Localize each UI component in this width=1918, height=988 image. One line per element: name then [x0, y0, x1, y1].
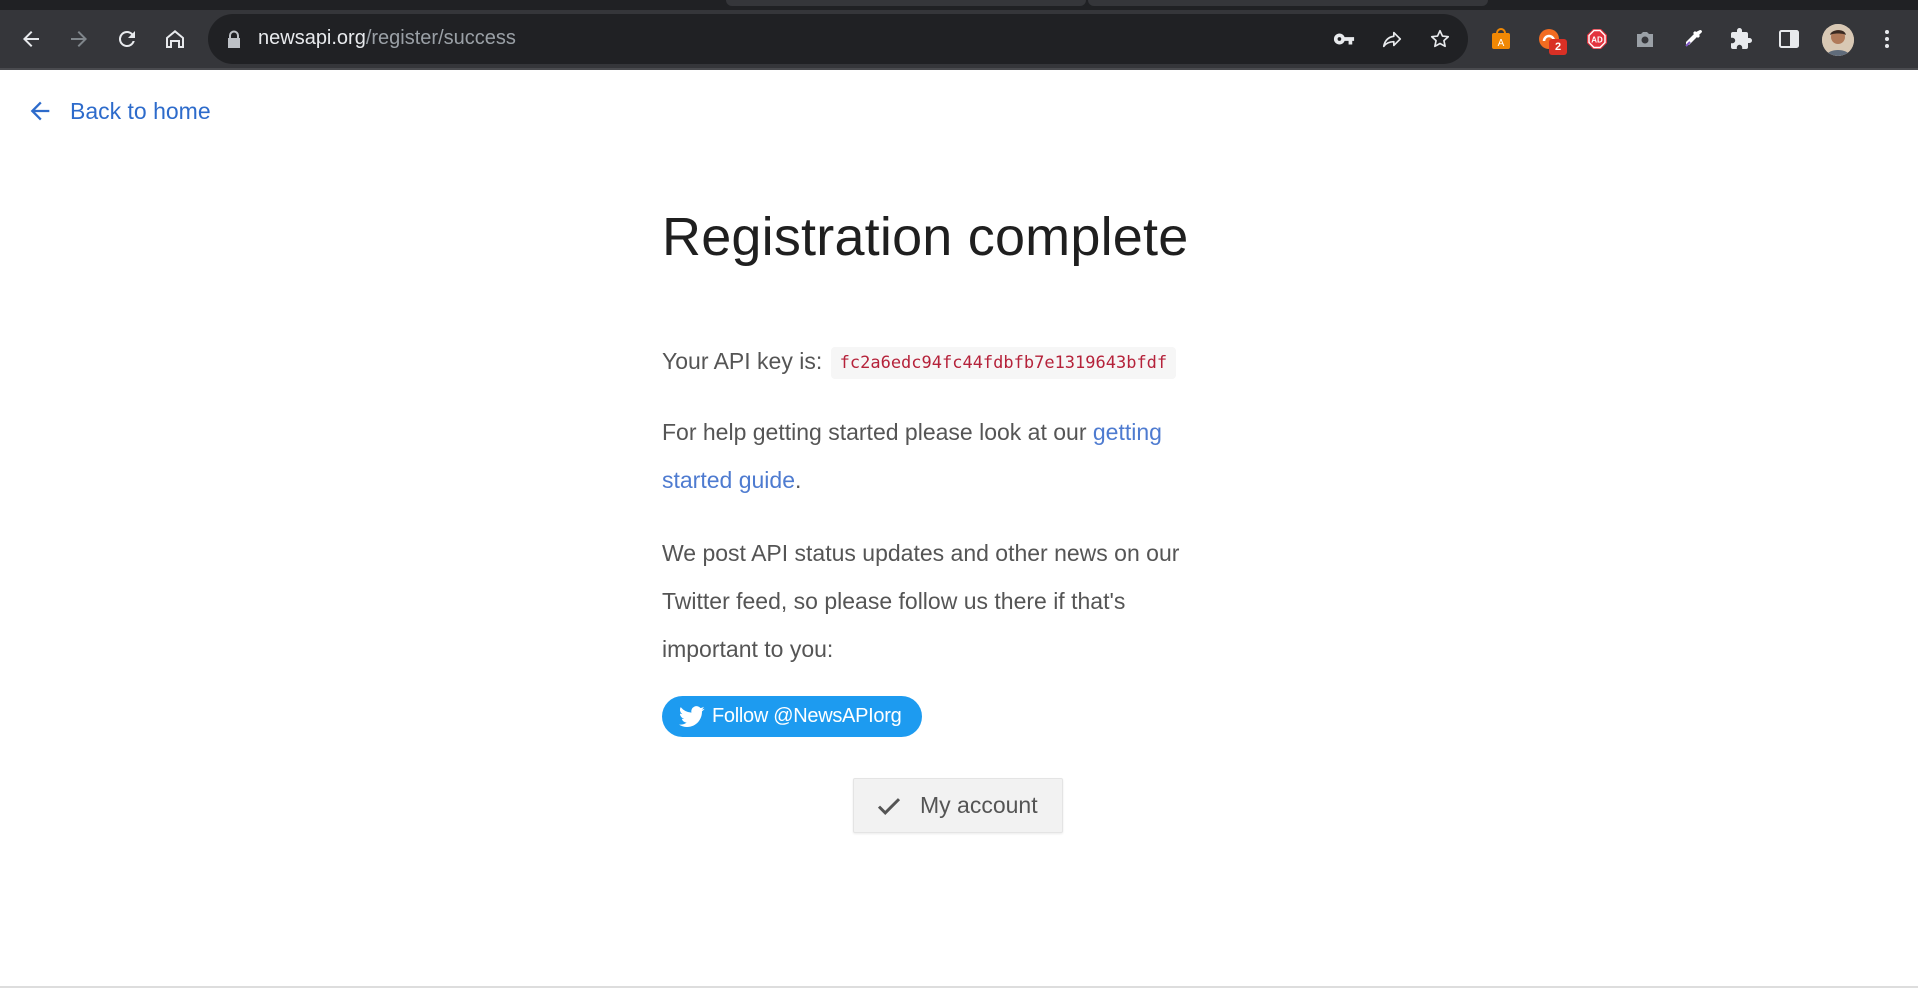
- api-key-value[interactable]: fc2a6edc94fc44fdbfb7e1319643bfdf: [830, 347, 1177, 379]
- url-text[interactable]: newsapi.org/register/success: [258, 27, 516, 50]
- back-to-home-label: Back to home: [70, 97, 211, 124]
- arrow-left-icon: [23, 31, 39, 47]
- password-key-button[interactable]: [1330, 25, 1358, 53]
- address-bar[interactable]: newsapi.org/register/success: [208, 14, 1468, 64]
- back-to-home-link[interactable]: Back to home: [26, 97, 211, 125]
- share-button[interactable]: [1378, 25, 1406, 53]
- honey-extension-icon[interactable]: 2: [1534, 24, 1567, 55]
- arrow-left-icon: [30, 101, 50, 121]
- star-icon: [1430, 29, 1450, 48]
- help-text-after: .: [794, 467, 802, 493]
- side-panel-icon[interactable]: [1774, 24, 1804, 54]
- share-icon: [1382, 31, 1402, 48]
- extensions-puzzle-icon[interactable]: [1726, 24, 1756, 54]
- reload-button[interactable]: [110, 22, 144, 56]
- browser-menu-button[interactable]: [1870, 22, 1904, 56]
- bookmark-star-button[interactable]: [1426, 25, 1454, 53]
- svg-text:AD: AD: [1591, 36, 1603, 45]
- page-content: Back to home Registration complete Your …: [0, 70, 1918, 988]
- color-picker-icon[interactable]: [1678, 24, 1708, 54]
- help-text-before: For help getting started please look at …: [662, 419, 1093, 445]
- my-account-button[interactable]: My account: [853, 778, 1063, 833]
- profile-avatar[interactable]: [1822, 24, 1854, 56]
- twitter-follow-button[interactable]: Follow @NewsAPIorg: [662, 696, 922, 737]
- lock-icon[interactable]: [226, 30, 242, 48]
- api-key-row: Your API key is: fc2a6edc94fc44fdbfb7e13…: [662, 337, 1177, 385]
- home-button[interactable]: [158, 22, 192, 56]
- home-icon: [166, 30, 184, 48]
- back-button[interactable]: [14, 22, 48, 56]
- avatar-image: [1822, 24, 1854, 56]
- page-title: Registration complete: [662, 207, 1189, 267]
- twitter-bird-icon: [679, 705, 705, 727]
- api-key-label: Your API key is:: [662, 348, 823, 374]
- tab-strip: [0, 0, 1918, 10]
- checkmark-icon: [877, 797, 901, 815]
- key-icon: [1333, 33, 1355, 45]
- twitter-follow-label: Follow @NewsAPIorg: [712, 705, 902, 727]
- adblock-icon[interactable]: AD: [1582, 24, 1612, 54]
- kebab-menu-icon: [1885, 30, 1889, 48]
- forward-button[interactable]: [62, 22, 96, 56]
- url-path: /register/success: [365, 27, 516, 49]
- browser-toolbar: newsapi.org/register/success A 2 AD: [0, 10, 1918, 68]
- my-account-label: My account: [920, 792, 1038, 818]
- url-host: newsapi.org: [258, 27, 366, 49]
- arrow-right-icon: [71, 31, 87, 47]
- svg-text:A: A: [1498, 38, 1505, 49]
- amazon-assistant-icon[interactable]: A: [1486, 24, 1516, 54]
- tab[interactable]: [726, 0, 1086, 6]
- screenshot-camera-icon[interactable]: [1630, 24, 1660, 54]
- reload-icon: [118, 30, 135, 47]
- help-text: For help getting started please look at …: [662, 408, 1222, 504]
- twitter-info-text: We post API status updates and other new…: [662, 540, 1180, 662]
- tab[interactable]: [1088, 0, 1488, 6]
- extension-badge: 2: [1549, 39, 1567, 55]
- browser-chrome: newsapi.org/register/success A 2 AD: [0, 0, 1918, 70]
